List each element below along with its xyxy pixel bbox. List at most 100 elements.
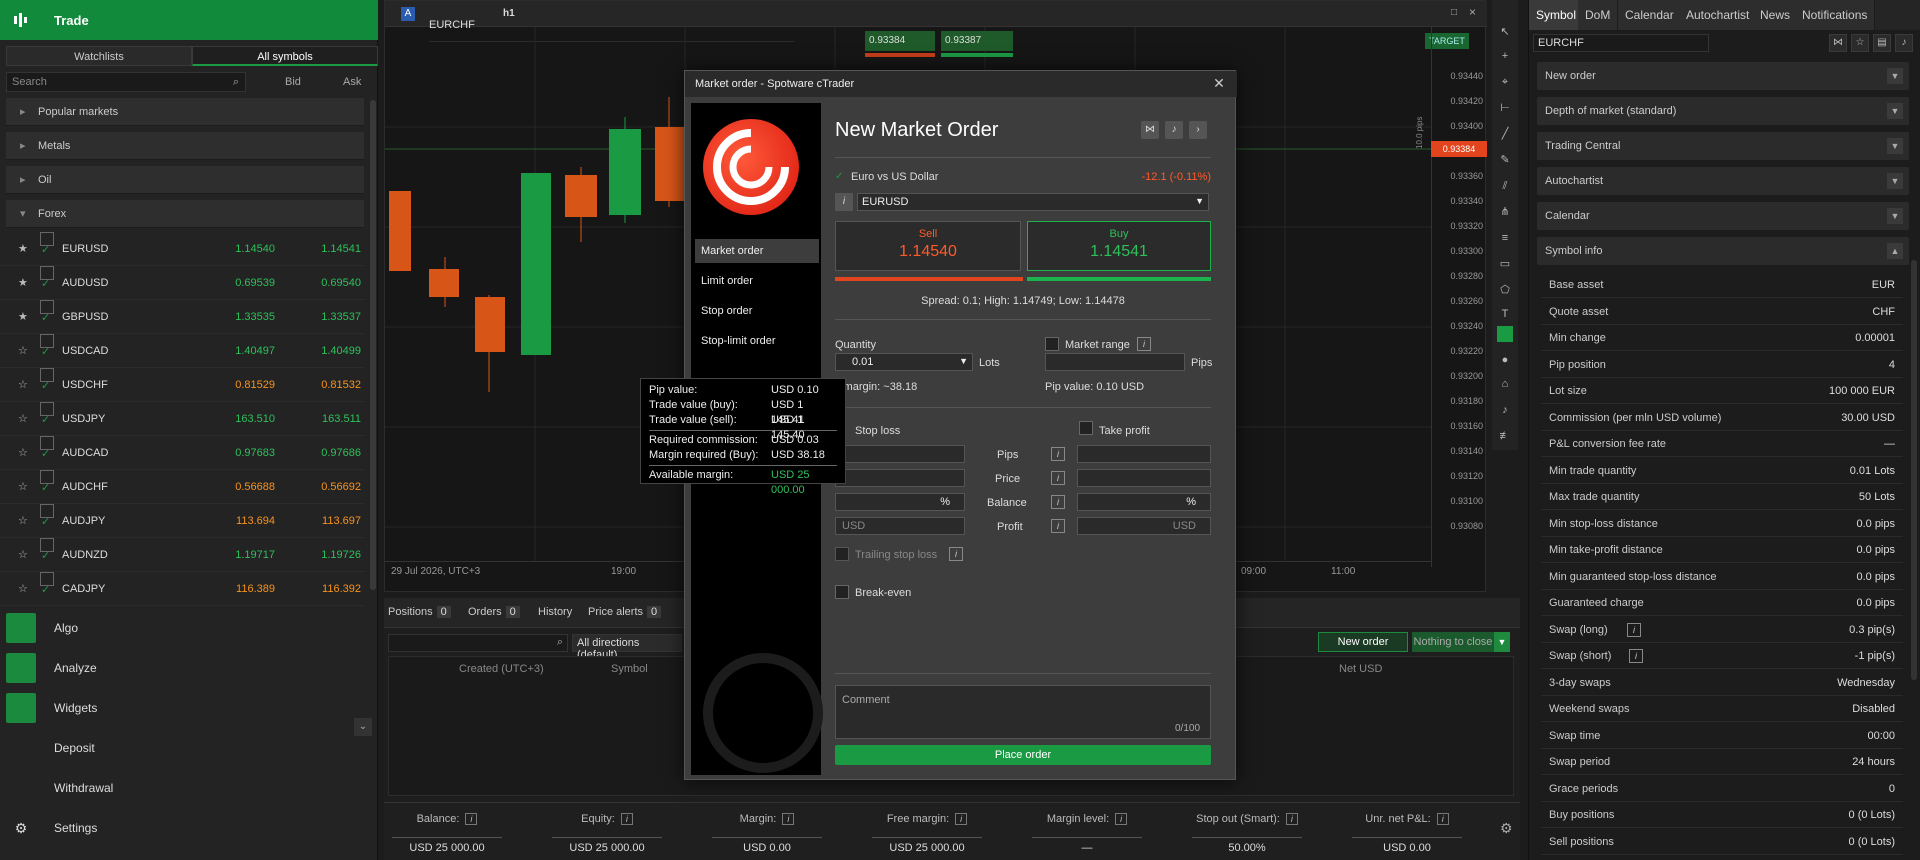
price-axis[interactable]: 0.934400.934200.934000.933800.933600.933… <box>1431 27 1487 567</box>
category-popular-markets[interactable]: Popular markets <box>6 98 364 126</box>
tab-news[interactable]: News <box>1753 0 1799 30</box>
symbol-bid[interactable]: 1.33535 <box>215 300 275 334</box>
symbol-row[interactable]: ☆ ✓ AUDCHF 0.56688 0.56692 <box>0 470 365 504</box>
info-icon[interactable]: i <box>1051 519 1065 533</box>
direction-select[interactable]: All directions (default) <box>572 634 682 661</box>
place-order-button[interactable]: Place order <box>835 745 1211 765</box>
symbol-list-scrollbar[interactable] <box>370 100 376 590</box>
chevron-down-icon[interactable]: ▼ <box>1887 173 1903 189</box>
buy-button[interactable]: Buy 1.14541 <box>1027 221 1211 271</box>
info-icon[interactable]: i <box>465 813 478 825</box>
sl-price-input[interactable] <box>835 469 965 487</box>
star-icon[interactable]: ☆ <box>18 368 28 402</box>
tab-orders[interactable]: Orders 0 <box>468 606 520 618</box>
trailing-checkbox[interactable] <box>835 547 849 561</box>
tab-watchlists[interactable]: Watchlists <box>6 46 192 66</box>
star-icon[interactable]: ★ <box>18 266 28 300</box>
trade-header[interactable]: Trade <box>0 0 378 40</box>
symbol-ask[interactable]: 1.14541 <box>301 232 361 266</box>
symbol-select[interactable]: EURCHF <box>1533 34 1709 52</box>
crop-icon[interactable]: ⊢ <box>1497 100 1513 116</box>
symbol-bid[interactable]: 1.40497 <box>215 334 275 368</box>
symbol-bid[interactable]: 0.97683 <box>215 436 275 470</box>
bell-icon[interactable]: ♪ <box>1497 402 1513 418</box>
take-profit-checkbox[interactable] <box>1079 421 1093 435</box>
star-icon[interactable]: ★ <box>18 300 28 334</box>
cursor-icon[interactable]: ↖ <box>1497 24 1513 40</box>
symbol-row[interactable]: ☆ ✓ USDCAD 1.40497 1.40499 <box>0 334 365 368</box>
tp-pips-input[interactable] <box>1077 445 1211 463</box>
tab-history[interactable]: History <box>538 606 572 618</box>
info-icon[interactable]: i <box>1436 813 1449 825</box>
symbol-row[interactable]: ☆ ✓ AUDCAD 0.97683 0.97686 <box>0 436 365 470</box>
order-type-stop[interactable]: Stop order <box>695 299 819 323</box>
info-icon[interactable]: i <box>620 813 633 825</box>
info-icon[interactable]: i <box>1627 622 1641 637</box>
symbol-row[interactable]: ☆ ✓ USDJPY 163.510 163.511 <box>0 402 365 436</box>
section-header[interactable]: Calendar ▼ <box>1537 202 1909 230</box>
info-icon[interactable]: i <box>949 547 963 561</box>
info-icon[interactable]: i <box>955 813 968 825</box>
comment-input[interactable]: Comment <box>835 685 1211 739</box>
info-icon[interactable]: i <box>1051 495 1065 509</box>
symbol-ask[interactable]: 0.56692 <box>301 470 361 504</box>
sell-button[interactable]: Sell 1.14540 <box>835 221 1021 271</box>
tp-profit-input[interactable]: USD <box>1077 517 1211 535</box>
chart-sell-quote[interactable]: 0.93384 <box>865 31 935 51</box>
star-icon[interactable]: ☆ <box>18 436 28 470</box>
symbol-bid[interactable]: 0.56688 <box>215 470 275 504</box>
symbol-bid[interactable]: 0.81529 <box>215 368 275 402</box>
symbol-bid[interactable]: 163.510 <box>215 402 275 436</box>
chevron-down-icon[interactable]: ▼ <box>1887 103 1903 119</box>
close-icon[interactable]: ✕ <box>1211 75 1227 91</box>
star-icon[interactable]: ☆ <box>18 470 28 504</box>
symbol-ask[interactable]: 1.33537 <box>301 300 361 334</box>
nothing-to-close-button[interactable]: Nothing to close <box>1412 632 1494 652</box>
chevron-up-icon[interactable]: ▲ <box>1887 243 1903 259</box>
star-icon[interactable]: ☆ <box>18 334 28 368</box>
close-icon[interactable]: × <box>1469 5 1476 19</box>
tab-calendar[interactable]: Calendar <box>1618 0 1682 30</box>
order-type-stop-limit[interactable]: Stop-limit order <box>695 329 819 353</box>
symbol-bid[interactable]: 0.69539 <box>215 266 275 300</box>
new-order-button[interactable]: New order <box>1318 632 1408 652</box>
star-icon[interactable]: ☆ <box>1851 34 1869 52</box>
fib-icon[interactable]: ≡ <box>1497 230 1513 246</box>
symbol-ask[interactable]: 116.392 <box>301 572 361 606</box>
chart-icon[interactable]: ▤ <box>1873 34 1891 52</box>
chart-settings-icon[interactable]: ≢ <box>1497 428 1513 444</box>
maximize-icon[interactable]: □ <box>1451 7 1457 18</box>
star-icon[interactable]: ☆ <box>18 538 28 572</box>
text-icon[interactable]: T <box>1497 306 1513 322</box>
tab-symbol[interactable]: Symbol <box>1529 0 1585 30</box>
tab-all-symbols[interactable]: All symbols <box>192 46 378 66</box>
star-icon[interactable]: ☆ <box>18 504 28 538</box>
camera-icon[interactable]: ⌂ <box>1497 376 1513 392</box>
pointer-icon[interactable]: ⌖ <box>1497 74 1513 90</box>
symbol-ask[interactable]: 113.697 <box>301 504 361 538</box>
symbol-ask[interactable]: 0.69540 <box>301 266 361 300</box>
positions-search-input[interactable]: ⌕ <box>388 634 568 652</box>
chart-buy-quote[interactable]: 0.93387 <box>941 31 1013 51</box>
info-icon[interactable]: i <box>835 193 853 211</box>
search-icon[interactable]: ⌕ <box>233 76 239 89</box>
chevron-down-icon[interactable]: ▼ <box>1494 632 1510 652</box>
info-icon[interactable]: i <box>1285 813 1298 825</box>
shape-icon[interactable]: ⬠ <box>1497 282 1513 298</box>
tab-autochartist[interactable]: Autochartist <box>1679 0 1758 30</box>
section-header[interactable]: New order ▼ <box>1537 62 1909 90</box>
star-icon[interactable]: ★ <box>18 232 28 266</box>
instrument-select[interactable]: EURUSD ▼ <box>857 193 1209 211</box>
symbol-bid[interactable]: 113.694 <box>215 504 275 538</box>
star-icon[interactable]: ☆ <box>18 572 28 606</box>
tab-notifications[interactable]: Notifications <box>1795 0 1876 30</box>
info-icon[interactable]: i <box>1137 337 1151 351</box>
section-header[interactable]: Autochartist ▼ <box>1537 167 1909 195</box>
header-symbol[interactable]: Symbol <box>611 663 648 675</box>
symbol-row[interactable]: ☆ ✓ AUDNZD 1.19717 1.19726 <box>0 538 365 572</box>
symbol-ask[interactable]: 1.19726 <box>301 538 361 572</box>
rectangle-icon[interactable]: ▭ <box>1497 256 1513 272</box>
section-header[interactable]: Symbol info ▲ <box>1537 237 1909 265</box>
category-metals[interactable]: Metals <box>6 132 364 160</box>
symbol-search-input[interactable]: Search ⌕ <box>6 72 246 92</box>
